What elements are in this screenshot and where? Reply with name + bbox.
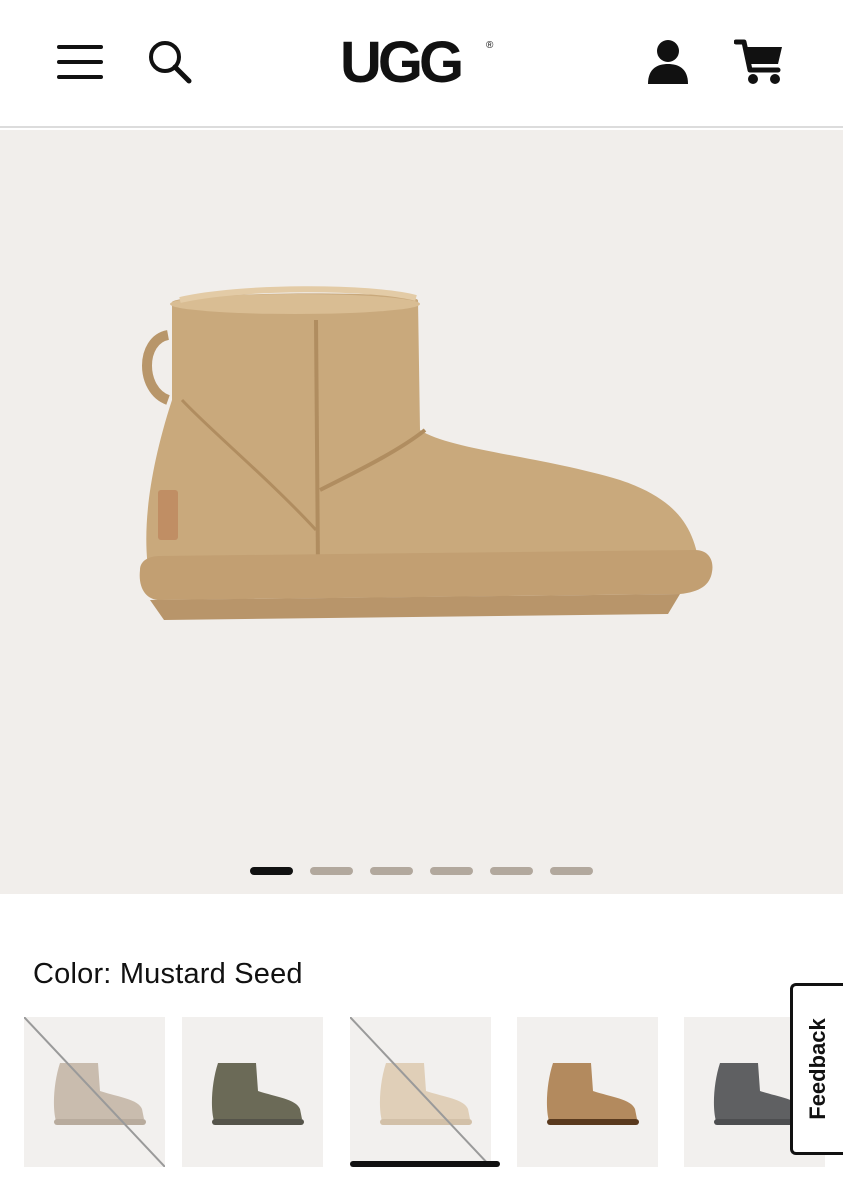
ugg-logo[interactable]: UGG ® bbox=[340, 30, 500, 100]
color-swatch-2[interactable] bbox=[182, 1017, 323, 1167]
color-swatch-1[interactable] bbox=[24, 1017, 165, 1167]
selected-swatch-indicator bbox=[350, 1161, 500, 1167]
gallery-dot-4[interactable] bbox=[430, 867, 473, 875]
gallery-pagination bbox=[250, 867, 593, 875]
gallery-dot-6[interactable] bbox=[550, 867, 593, 875]
menu-button[interactable] bbox=[50, 30, 110, 94]
product-image bbox=[139, 286, 713, 620]
account-icon bbox=[648, 40, 688, 84]
gallery-dot-2[interactable] bbox=[310, 867, 353, 875]
account-button[interactable] bbox=[638, 30, 698, 94]
feedback-label: Feedback bbox=[805, 1018, 830, 1120]
search-icon bbox=[149, 41, 192, 84]
cart-icon bbox=[734, 39, 782, 84]
svg-text:®: ® bbox=[486, 40, 494, 51]
search-button[interactable] bbox=[140, 30, 200, 94]
feedback-tab[interactable]: Feedback bbox=[790, 983, 843, 1155]
unavailable-slash bbox=[350, 1017, 491, 1167]
gallery-dot-1[interactable] bbox=[250, 867, 293, 875]
color-swatch-4[interactable] bbox=[517, 1017, 658, 1167]
cart-button[interactable] bbox=[730, 30, 790, 94]
product-image-gallery[interactable] bbox=[0, 130, 843, 894]
site-header: UGG ® bbox=[0, 0, 843, 128]
selected-color-label: Color: Mustard Seed bbox=[33, 958, 303, 990]
unavailable-slash bbox=[24, 1017, 165, 1167]
menu-icon bbox=[57, 45, 103, 79]
svg-text:UGG: UGG bbox=[340, 30, 461, 95]
color-swatch-3[interactable] bbox=[350, 1017, 491, 1167]
swatch-boot-image bbox=[546, 1063, 639, 1125]
gallery-dot-5[interactable] bbox=[490, 867, 533, 875]
gallery-dot-3[interactable] bbox=[370, 867, 413, 875]
swatch-boot-image bbox=[211, 1063, 304, 1125]
color-swatch-carousel[interactable] bbox=[24, 1017, 843, 1200]
